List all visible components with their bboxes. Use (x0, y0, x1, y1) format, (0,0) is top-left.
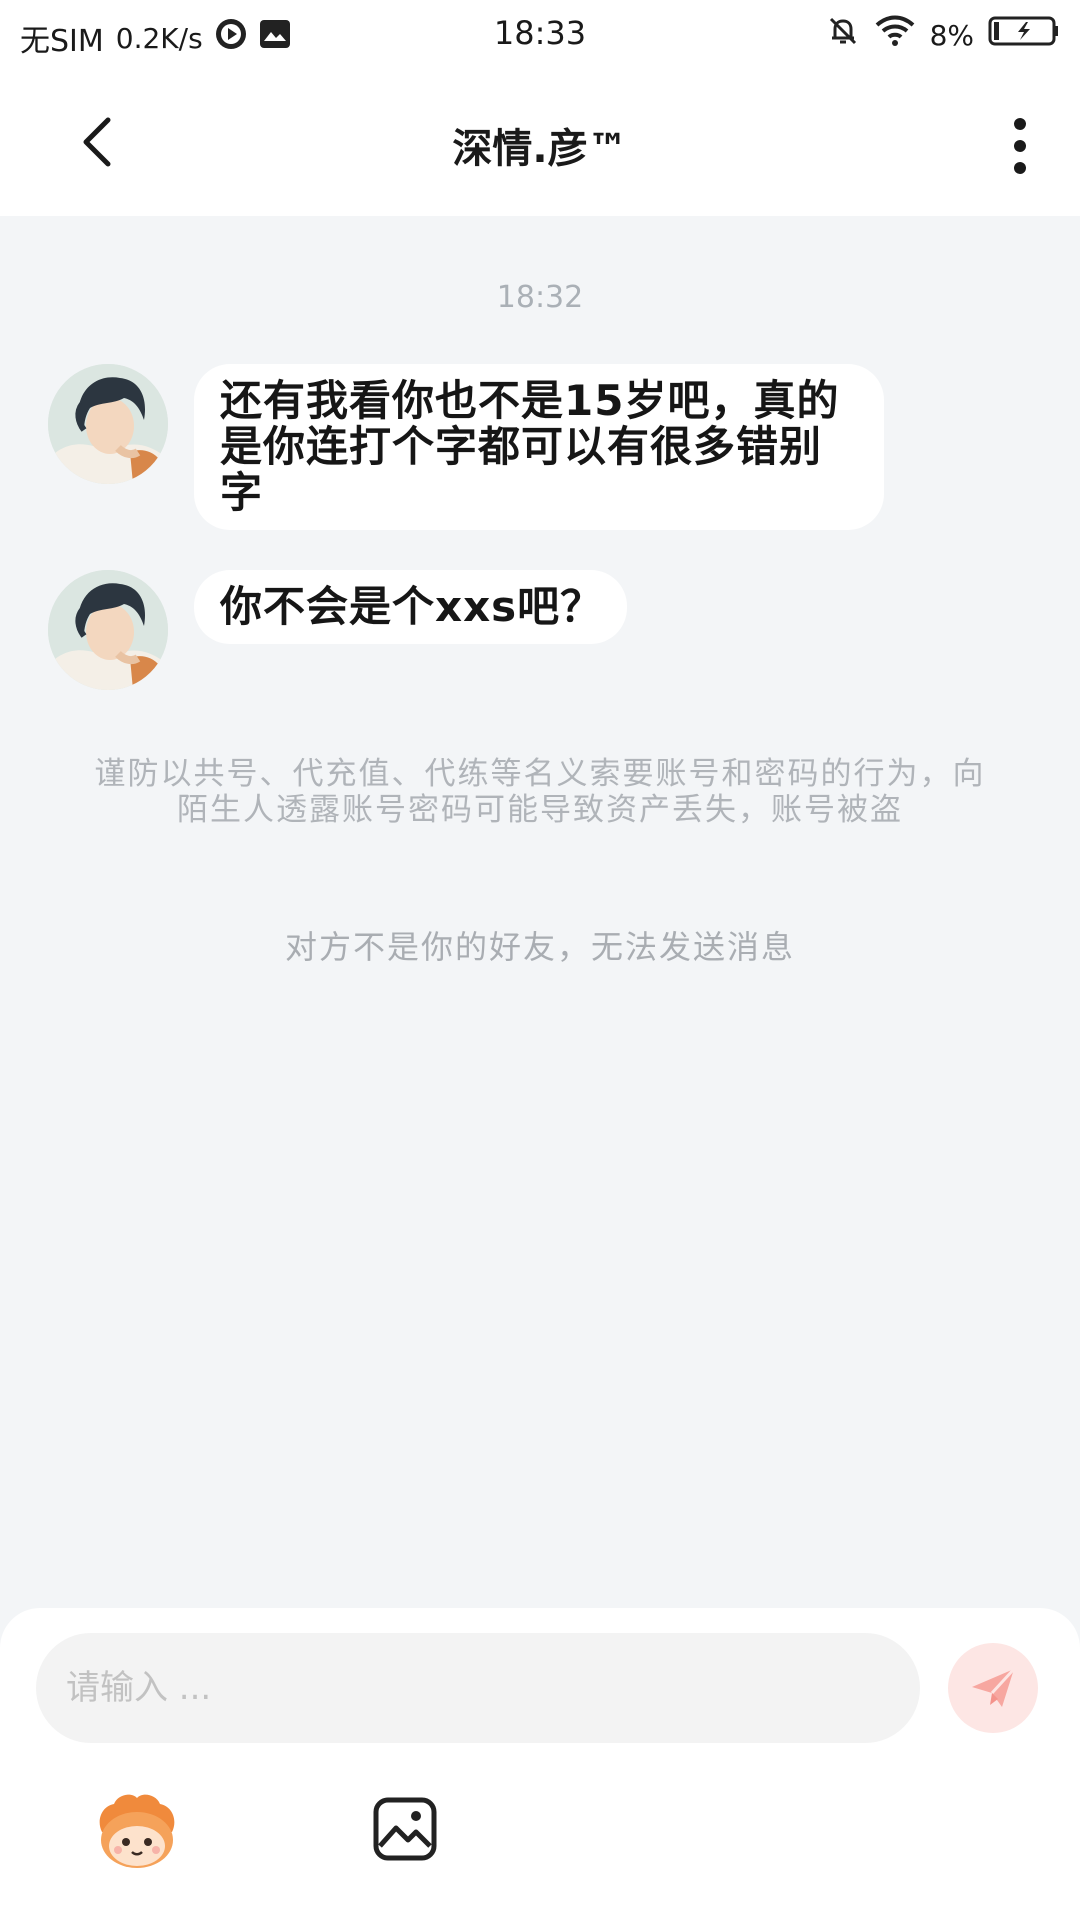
battery-percent: 8% (929, 18, 974, 52)
more-options-button[interactable] (1000, 116, 1040, 176)
more-vertical-icon (1014, 118, 1026, 174)
send-plane-icon (972, 1667, 1016, 1707)
page-title: 深情.彦™ (452, 126, 628, 172)
message-bubble[interactable]: 你不会是个xxs吧？ (194, 570, 628, 644)
not-friend-notice: 对方不是你的好友，无法发送消息 (284, 928, 795, 966)
chat-header: 深情.彦™ (0, 72, 1080, 216)
image-button[interactable] (372, 1796, 438, 1862)
avatar[interactable] (48, 364, 168, 484)
battery-charging-icon (988, 15, 1060, 55)
status-bar: 无SIM 0.2K/s 18:33 8% (0, 0, 1080, 72)
mascot-emoji-icon (99, 1794, 175, 1868)
composer-bar (0, 1608, 1080, 1920)
safety-notice: 谨防以共号、代充值、代练等名义索要账号和密码的行为，向陌生人透露账号密码可能导致… (94, 756, 986, 828)
image-icon (373, 1797, 437, 1861)
message-bubble[interactable]: 还有我看你也不是15岁吧，真的是你连打个字都可以有很多错别字 (194, 364, 884, 530)
message-timestamp: 18:32 (496, 280, 584, 315)
message-row: 你不会是个xxs吧？ (48, 570, 628, 690)
emoji-button[interactable] (92, 1792, 182, 1872)
mute-bell-icon (826, 14, 860, 56)
message-input[interactable] (36, 1633, 920, 1743)
message-row: 还有我看你也不是15岁吧，真的是你连打个字都可以有很多错别字 (48, 364, 884, 530)
avatar[interactable] (48, 570, 168, 690)
wifi-icon (874, 15, 916, 55)
send-button[interactable] (948, 1643, 1038, 1733)
